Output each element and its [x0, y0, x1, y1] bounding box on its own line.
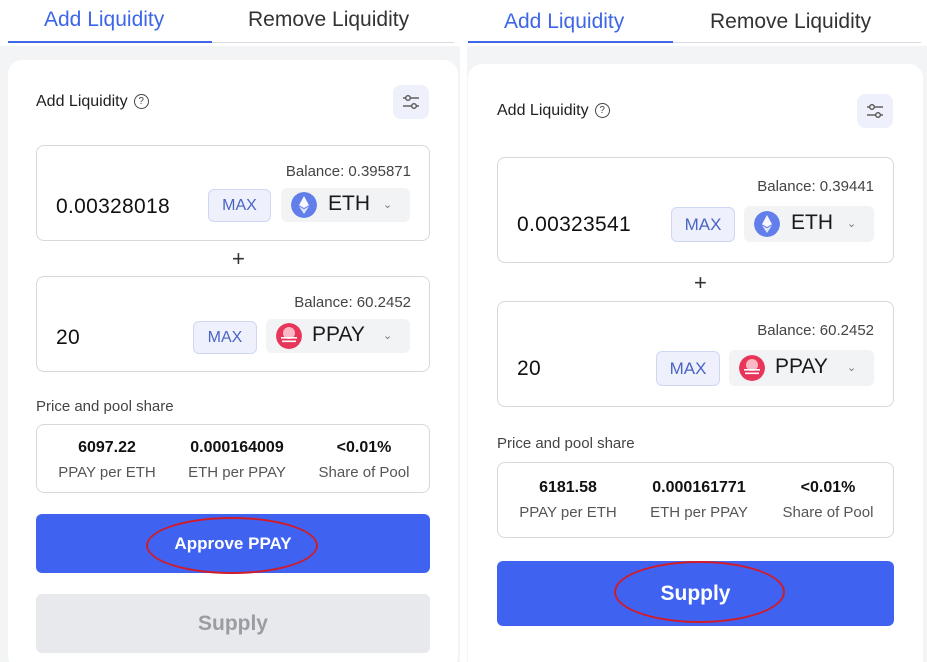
token-a-max-button[interactable]: MAX [671, 207, 735, 242]
panel-separator [460, 0, 467, 662]
price-pool-share-box: 6181.58 PPAY per ETH 0.000161771 ETH per… [497, 462, 894, 538]
approve-ppay-button[interactable]: Approve PPAY [36, 514, 430, 573]
token-b-balance: Balance: 60.2452 [757, 322, 874, 339]
card-title: Add Liquidity? [36, 93, 149, 111]
add-liquidity-card: Add Liquidity? Balance: 0.395871 0.00328… [8, 60, 458, 662]
price-pool-share-label: Price and pool share [36, 398, 174, 415]
token-b-symbol: PPAY [312, 323, 365, 346]
plus-icon: + [694, 270, 707, 295]
card-title-text: Add Liquidity [36, 93, 128, 110]
ethereum-icon [291, 192, 317, 218]
ethereum-icon [754, 211, 780, 237]
tab-remove-liquidity[interactable]: Remove Liquidity [248, 8, 409, 32]
token-b-amount-input[interactable]: 20 [56, 326, 80, 350]
token-b-input-box: Balance: 60.2452 20 MAX PPAY ⌄ [36, 276, 430, 372]
token-b-max-button[interactable]: MAX [193, 321, 257, 354]
help-icon[interactable]: ? [133, 94, 149, 109]
tab-add-liquidity[interactable]: Add Liquidity [44, 8, 164, 32]
plus-icon: + [232, 246, 245, 271]
pool-stat-label: PPAY per ETH [519, 504, 617, 521]
pool-stat-label: ETH per PPAY [188, 464, 286, 481]
active-tab-indicator [468, 41, 673, 43]
pool-stat-value: 6097.22 [78, 439, 136, 456]
chevron-down-icon: ⌄ [383, 330, 393, 342]
token-b-max-button[interactable]: MAX [656, 351, 720, 386]
settings-button[interactable] [393, 85, 429, 119]
token-a-amount-input[interactable]: 0.00323541 [517, 213, 631, 237]
help-icon[interactable]: ? [594, 103, 610, 118]
card-title: Add Liquidity? [497, 102, 610, 120]
pool-stat: 6181.58 PPAY per ETH [506, 479, 630, 521]
sliders-icon [867, 104, 883, 118]
liquidity-tabs: Add Liquidity Remove Liquidity [0, 0, 460, 46]
chevron-down-icon: ⌄ [847, 218, 857, 230]
card-title-text: Add Liquidity [497, 102, 589, 119]
ppay-icon [276, 323, 302, 349]
pool-stat: <0.01% Share of Pool [307, 439, 421, 481]
pool-stat: 0.000164009 ETH per PPAY [172, 439, 302, 481]
token-b-input-box: Balance: 60.2452 20 MAX PPAY ⌄ [497, 301, 894, 407]
pool-stat-label: ETH per PPAY [650, 504, 748, 521]
pool-stat-value: <0.01% [336, 439, 392, 456]
token-a-max-button[interactable]: MAX [208, 189, 271, 222]
add-liquidity-card: Add Liquidity? Balance: 0.39441 0.003235… [468, 64, 923, 662]
token-a-symbol: ETH [328, 192, 370, 215]
pool-stat-label: Share of Pool [782, 504, 874, 521]
pool-stat: 0.000161771 ETH per PPAY [634, 479, 764, 521]
token-a-selector[interactable]: ETH ⌄ [281, 188, 410, 222]
liquidity-tabs: Add Liquidity Remove Liquidity [467, 0, 927, 46]
token-a-input-box: Balance: 0.39441 0.00323541 MAX ETH ⌄ [497, 157, 894, 263]
chevron-down-icon: ⌄ [847, 362, 857, 374]
pool-stat-label: Share of Pool [318, 464, 410, 481]
settings-button[interactable] [857, 94, 893, 128]
pool-stat: <0.01% Share of Pool [770, 479, 886, 521]
right-liquidity-panel: Add Liquidity Remove Liquidity Add Liqui… [467, 0, 927, 662]
token-a-input-box: Balance: 0.395871 0.00328018 MAX ETH ⌄ [36, 145, 430, 241]
token-a-symbol: ETH [791, 211, 833, 234]
token-a-amount-input[interactable]: 0.00328018 [56, 195, 170, 219]
pool-stat: 6097.22 PPAY per ETH [45, 439, 169, 481]
pool-stat-value: <0.01% [800, 479, 856, 496]
token-b-selector[interactable]: PPAY ⌄ [266, 319, 410, 353]
tab-add-liquidity[interactable]: Add Liquidity [504, 10, 624, 34]
supply-button[interactable]: Supply [497, 561, 894, 626]
pool-stat-label: PPAY per ETH [58, 464, 156, 481]
token-b-balance: Balance: 60.2452 [294, 294, 411, 311]
token-b-symbol: PPAY [775, 355, 828, 378]
chevron-down-icon: ⌄ [383, 199, 393, 211]
pool-stat-value: 0.000161771 [652, 479, 746, 496]
sliders-icon [403, 95, 419, 109]
token-a-selector[interactable]: ETH ⌄ [744, 206, 874, 242]
token-b-amount-input[interactable]: 20 [517, 357, 541, 381]
pool-stat-value: 6181.58 [539, 479, 597, 496]
pool-stat-value: 0.000164009 [190, 439, 284, 456]
token-a-balance: Balance: 0.395871 [285, 163, 411, 180]
token-a-balance: Balance: 0.39441 [757, 178, 874, 195]
price-pool-share-box: 6097.22 PPAY per ETH 0.000164009 ETH per… [36, 424, 430, 493]
price-pool-share-label: Price and pool share [497, 435, 635, 452]
ppay-icon [739, 355, 765, 381]
tab-remove-liquidity[interactable]: Remove Liquidity [710, 10, 871, 34]
active-tab-indicator [8, 41, 212, 43]
token-b-selector[interactable]: PPAY ⌄ [729, 350, 874, 386]
supply-button-disabled[interactable]: Supply [36, 594, 430, 653]
left-liquidity-panel: Add Liquidity Remove Liquidity Add Liqui… [0, 0, 460, 662]
